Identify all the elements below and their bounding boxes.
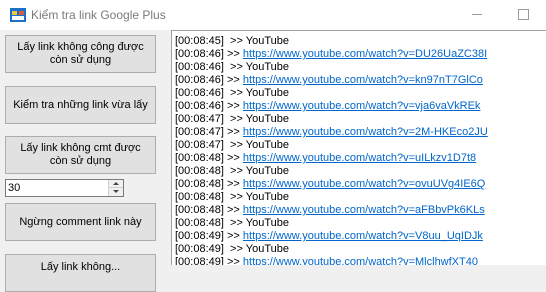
- get-unused-links-label: Lấy link không công được còn sử dụng: [17, 41, 144, 66]
- log-source-label: YouTube: [245, 87, 289, 99]
- log-line: [00:08:48] >> YouTube: [175, 165, 488, 178]
- count-value[interactable]: 30: [8, 182, 20, 194]
- log-line: [00:08:46] >> https://www.youtube.com/wa…: [175, 74, 488, 87]
- log-separator: >>: [223, 35, 246, 47]
- log-line: [00:08:48] >> YouTube: [175, 217, 488, 230]
- maximize-icon: [518, 9, 529, 20]
- log-source-label: YouTube: [245, 113, 289, 125]
- partial-button[interactable]: Lấy link không...: [5, 254, 156, 292]
- log-line: [00:08:46] >> https://www.youtube.com/wa…: [175, 100, 488, 113]
- log-timestamp: [00:08:47]: [175, 139, 224, 151]
- log-separator: >>: [223, 113, 246, 125]
- log-timestamp: [00:08:48]: [175, 217, 224, 229]
- log-separator: >>: [223, 74, 243, 86]
- log-separator: >>: [223, 126, 243, 138]
- log-separator: >>: [223, 100, 243, 112]
- log-separator: >>: [223, 178, 243, 190]
- log-source-label: YouTube: [245, 243, 289, 255]
- log-line: [00:08:48] >> https://www.youtube.com/wa…: [175, 152, 488, 165]
- log-separator: >>: [223, 165, 246, 177]
- youtube-link[interactable]: https://www.youtube.com/watch?v=2M-HKEco…: [243, 126, 488, 138]
- log-line: [00:08:48] >> https://www.youtube.com/wa…: [175, 204, 488, 217]
- log-timestamp: [00:08:45]: [175, 35, 224, 47]
- log-separator: >>: [223, 243, 246, 255]
- log-line: [00:08:46] >> https://www.youtube.com/wa…: [175, 48, 488, 61]
- log-source-label: YouTube: [245, 191, 289, 203]
- log-timestamp: [00:08:46]: [175, 100, 224, 112]
- minimize-button[interactable]: [454, 0, 500, 30]
- log-timestamp: [00:08:46]: [175, 61, 224, 73]
- log-source-label: YouTube: [245, 217, 289, 229]
- log-timestamp: [00:08:48]: [175, 204, 224, 216]
- log-timestamp: [00:08:46]: [175, 87, 224, 99]
- log-line: [00:08:48] >> YouTube: [175, 191, 488, 204]
- stop-comment-label: Ngừng comment link này: [19, 215, 142, 228]
- count-stepper[interactable]: 30: [5, 179, 124, 197]
- log-source-label: YouTube: [245, 139, 289, 151]
- log-lines: [00:08:45] >> YouTube [00:08:46] >> https…: [175, 35, 488, 265]
- youtube-link[interactable]: https://www.youtube.com/watch?v=MlclhwfX…: [243, 256, 478, 265]
- stepper-buttons: [108, 180, 123, 196]
- minimize-icon: [472, 14, 482, 15]
- check-recent-links-button[interactable]: Kiểm tra những link vừa lấy: [5, 86, 156, 124]
- log-output[interactable]: [00:08:45] >> YouTube [00:08:46] >> https…: [171, 30, 546, 265]
- youtube-link[interactable]: https://www.youtube.com/watch?v=DU26UaZC…: [243, 48, 487, 60]
- log-timestamp: [00:08:49]: [175, 243, 224, 255]
- log-timestamp: [00:08:48]: [175, 178, 224, 190]
- log-separator: >>: [223, 256, 243, 265]
- youtube-link[interactable]: https://www.youtube.com/watch?v=aFBbvPk6…: [243, 204, 485, 216]
- stop-comment-button[interactable]: Ngừng comment link này: [5, 203, 156, 241]
- log-source-label: YouTube: [245, 165, 289, 177]
- log-separator: >>: [223, 139, 246, 151]
- log-timestamp: [00:08:49]: [175, 256, 224, 265]
- get-unused-links-button[interactable]: Lấy link không công được còn sử dụng: [5, 35, 156, 73]
- youtube-link[interactable]: https://www.youtube.com/watch?v=ovuUVg4I…: [243, 178, 485, 190]
- get-unused-cmt-links-label: Lấy link không cmt được còn sử dụng: [20, 142, 141, 167]
- youtube-link[interactable]: https://www.youtube.com/watch?v=vja6vaVk…: [243, 100, 481, 112]
- log-line: [00:08:47] >> YouTube: [175, 113, 488, 126]
- title-bar: Kiểm tra link Google Plus: [0, 0, 546, 30]
- log-source-label: YouTube: [245, 61, 289, 73]
- log-separator: >>: [223, 217, 246, 229]
- log-timestamp: [00:08:47]: [175, 113, 224, 125]
- stepper-up-button[interactable]: [109, 180, 123, 188]
- log-timestamp: [00:08:47]: [175, 126, 224, 138]
- log-separator: >>: [223, 204, 243, 216]
- log-timestamp: [00:08:48]: [175, 152, 224, 164]
- log-line: [00:08:49] >> YouTube: [175, 243, 488, 256]
- log-source-label: YouTube: [245, 35, 289, 47]
- log-line: [00:08:48] >> https://www.youtube.com/wa…: [175, 178, 488, 191]
- youtube-link[interactable]: https://www.youtube.com/watch?v=V8uu_UqI…: [243, 230, 483, 242]
- check-recent-links-label: Kiểm tra những link vừa lấy: [13, 98, 148, 111]
- log-separator: >>: [223, 87, 246, 99]
- log-separator: >>: [223, 61, 246, 73]
- app-icon: [10, 8, 26, 22]
- log-timestamp: [00:08:46]: [175, 48, 224, 60]
- log-separator: >>: [223, 48, 243, 60]
- chevron-up-icon: [113, 182, 119, 185]
- partial-button-label: Lấy link không...: [40, 261, 121, 273]
- log-line: [00:08:47] >> https://www.youtube.com/wa…: [175, 126, 488, 139]
- log-line: [00:08:45] >> YouTube: [175, 35, 488, 48]
- log-line: [00:08:49] >> https://www.youtube.com/wa…: [175, 256, 488, 265]
- log-timestamp: [00:08:46]: [175, 74, 224, 86]
- youtube-link[interactable]: https://www.youtube.com/watch?v=uILkzv1D…: [243, 152, 476, 164]
- log-line: [00:08:49] >> https://www.youtube.com/wa…: [175, 230, 488, 243]
- log-timestamp: [00:08:48]: [175, 165, 224, 177]
- get-unused-cmt-links-button[interactable]: Lấy link không cmt được còn sử dụng: [5, 136, 156, 174]
- log-line: [00:08:47] >> YouTube: [175, 139, 488, 152]
- maximize-button[interactable]: [500, 0, 546, 30]
- stepper-down-button[interactable]: [109, 188, 123, 196]
- log-separator: >>: [223, 152, 243, 164]
- log-separator: >>: [223, 191, 246, 203]
- chevron-down-icon: [113, 190, 119, 193]
- log-separator: >>: [223, 230, 243, 242]
- youtube-link[interactable]: https://www.youtube.com/watch?v=kn97nT7G…: [243, 74, 483, 86]
- window-title: Kiểm tra link Google Plus: [31, 8, 166, 22]
- log-line: [00:08:46] >> YouTube: [175, 61, 488, 74]
- log-timestamp: [00:08:48]: [175, 191, 224, 203]
- log-line: [00:08:46] >> YouTube: [175, 87, 488, 100]
- log-timestamp: [00:08:49]: [175, 230, 224, 242]
